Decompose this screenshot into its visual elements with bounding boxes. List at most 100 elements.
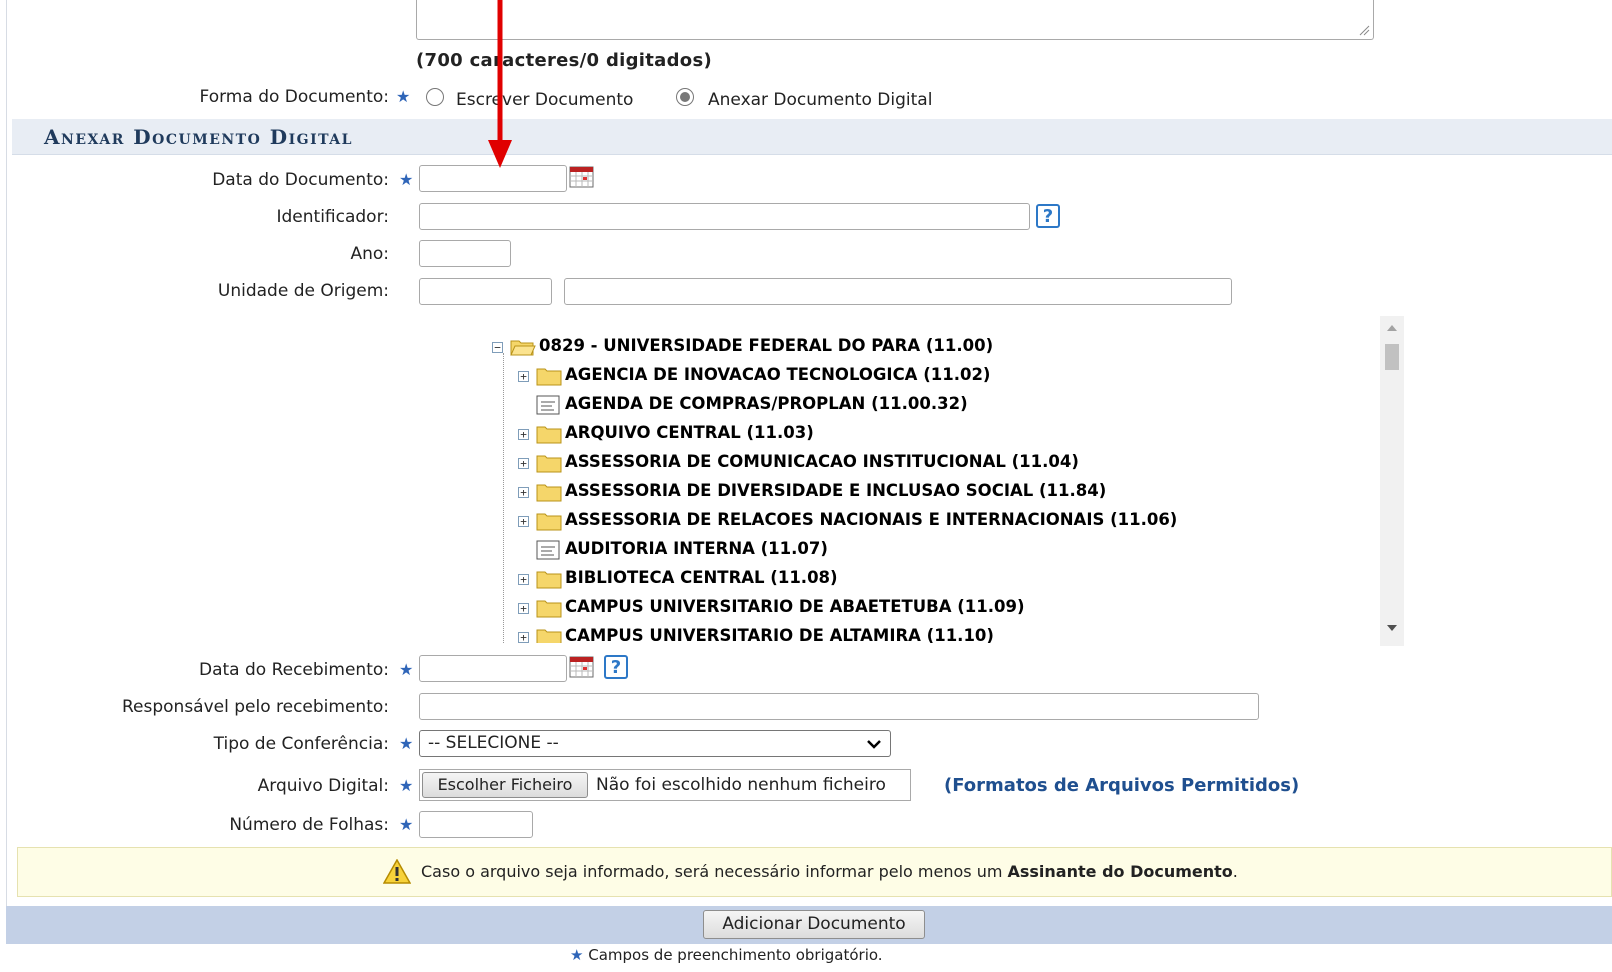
scroll-thumb[interactable] bbox=[1385, 344, 1399, 370]
expand-icon[interactable]: + bbox=[518, 371, 529, 382]
numero-folhas-input[interactable] bbox=[419, 811, 533, 838]
radio-escrever-label: Escrever Documento bbox=[456, 90, 634, 110]
tree-item-label: AUDITORIA INTERNA (11.07) bbox=[565, 539, 828, 558]
radio-anexar-label: Anexar Documento Digital bbox=[708, 90, 933, 110]
tree-item-label: ASSESSORIA DE RELACOES NACIONAIS E INTER… bbox=[565, 510, 1178, 529]
adicionar-documento-button[interactable]: Adicionar Documento bbox=[703, 910, 925, 939]
tree-item-label: ASSESSORIA DE COMUNICACAO INSTITUCIONAL … bbox=[565, 452, 1079, 471]
data-recebimento-input[interactable] bbox=[419, 655, 567, 682]
ano-input[interactable] bbox=[419, 240, 511, 267]
folder-icon bbox=[536, 571, 562, 589]
folder-icon bbox=[536, 629, 562, 643]
tree-item-label: AGENCIA DE INOVACAO TECNOLOGICA (11.02) bbox=[565, 365, 991, 384]
expand-icon[interactable]: + bbox=[518, 574, 529, 585]
tree-item[interactable]: AUDITORIA INTERNA (11.07) bbox=[460, 536, 1360, 564]
chevron-down-icon bbox=[867, 740, 881, 749]
data-documento-label: Data do Documento: bbox=[212, 170, 389, 190]
folder-icon bbox=[536, 455, 562, 473]
char-counter: (700 caracteres/0 digitados) bbox=[416, 50, 713, 71]
folder-icon bbox=[536, 368, 562, 386]
expand-icon[interactable]: + bbox=[518, 458, 529, 469]
numero-folhas-label: Número de Folhas: bbox=[229, 815, 389, 835]
required-note: ★ Campos de preenchimento obrigatório. bbox=[570, 946, 883, 964]
tree-item[interactable]: + ASSESSORIA DE COMUNICACAO INSTITUCIONA… bbox=[460, 449, 1360, 477]
tree-item-label: ARQUIVO CENTRAL (11.03) bbox=[565, 423, 814, 442]
calendar-icon[interactable] bbox=[569, 656, 594, 678]
notice-text-bold: Assinante do Documento bbox=[1007, 862, 1233, 881]
folder-icon bbox=[536, 426, 562, 444]
description-textarea[interactable] bbox=[416, 0, 1374, 40]
unidade-tree[interactable]: − 0829 - UNIVERSIDADE FEDERAL DO PARA (1… bbox=[460, 313, 1401, 643]
required-star-icon: ★ bbox=[399, 815, 414, 834]
tipo-conferencia-select[interactable]: -- SELECIONE -- bbox=[419, 730, 891, 757]
calendar-icon[interactable] bbox=[569, 166, 594, 188]
tree-root[interactable]: − 0829 - UNIVERSIDADE FEDERAL DO PARA (1… bbox=[460, 333, 1360, 361]
required-star-icon: ★ bbox=[570, 946, 584, 964]
tree-item-label: ASSESSORIA DE DIVERSIDADE E INCLUSAO SOC… bbox=[565, 481, 1107, 500]
warning-icon bbox=[383, 859, 411, 884]
tree-item[interactable]: + CAMPUS UNIVERSITARIO DE ABAETETUBA (11… bbox=[460, 594, 1360, 622]
tipo-conferencia-label: Tipo de Conferência: bbox=[213, 734, 389, 754]
expand-icon[interactable]: + bbox=[518, 516, 529, 527]
data-recebimento-label: Data do Recebimento: bbox=[198, 660, 389, 680]
tree-item[interactable]: AGENDA DE COMPRAS/PROPLAN (11.00.32) bbox=[460, 391, 1360, 419]
unidade-origem-label: Unidade de Origem: bbox=[217, 281, 389, 301]
resize-grip-icon[interactable] bbox=[1358, 24, 1370, 36]
radio-escrever-documento[interactable] bbox=[426, 88, 444, 106]
notice-box: Caso o arquivo seja informado, será nece… bbox=[17, 847, 1612, 897]
required-star-icon: ★ bbox=[396, 87, 411, 106]
ano-label: Ano: bbox=[350, 244, 389, 264]
file-input[interactable]: Escolher Ficheiro Não foi escolhido nenh… bbox=[419, 769, 911, 801]
tree-item[interactable]: + CAMPUS UNIVERSITARIO DE ALTAMIRA (11.1… bbox=[460, 623, 1360, 643]
arquivo-digital-label: Arquivo Digital: bbox=[257, 776, 389, 796]
section-header-anexar: Anexar Documento Digital bbox=[12, 119, 1612, 155]
forma-documento-label: Forma do Documento: bbox=[199, 87, 389, 107]
radio-anexar-documento[interactable] bbox=[676, 88, 694, 106]
notice-text-main: Caso o arquivo seja informado, será nece… bbox=[421, 862, 1008, 881]
tree-item[interactable]: + ARQUIVO CENTRAL (11.03) bbox=[460, 420, 1360, 448]
tree-item[interactable]: + BIBLIOTECA CENTRAL (11.08) bbox=[460, 565, 1360, 593]
expand-icon[interactable]: + bbox=[518, 487, 529, 498]
tree-root-label: 0829 - UNIVERSIDADE FEDERAL DO PARA (11.… bbox=[539, 336, 994, 355]
folder-icon bbox=[536, 513, 562, 531]
tree-item[interactable]: + AGENCIA DE INOVACAO TECNOLOGICA (11.02… bbox=[460, 362, 1360, 390]
required-star-icon: ★ bbox=[399, 776, 414, 795]
identificador-input[interactable] bbox=[419, 203, 1030, 230]
tipo-conferencia-selected: -- SELECIONE -- bbox=[428, 733, 559, 753]
file-status-text: Não foi escolhido nenhum ficheiro bbox=[596, 775, 886, 795]
folder-icon bbox=[536, 600, 562, 618]
document-icon bbox=[536, 395, 560, 415]
document-icon bbox=[536, 540, 560, 560]
help-icon[interactable]: ? bbox=[604, 655, 628, 679]
tree-item[interactable]: + ASSESSORIA DE RELACOES NACIONAIS E INT… bbox=[460, 507, 1360, 535]
help-icon[interactable]: ? bbox=[1036, 204, 1060, 228]
expand-icon[interactable]: + bbox=[518, 632, 529, 643]
expand-icon[interactable]: + bbox=[518, 603, 529, 614]
collapse-icon[interactable]: − bbox=[492, 342, 503, 353]
tree-scrollbar[interactable] bbox=[1380, 316, 1404, 646]
tree-item-label: BIBLIOTECA CENTRAL (11.08) bbox=[565, 568, 838, 587]
responsavel-input[interactable] bbox=[419, 693, 1259, 720]
expand-icon[interactable]: + bbox=[518, 429, 529, 440]
choose-file-button[interactable]: Escolher Ficheiro bbox=[422, 772, 588, 798]
required-star-icon: ★ bbox=[399, 734, 414, 753]
folder-icon bbox=[536, 484, 562, 502]
tree-item[interactable]: + ASSESSORIA DE DIVERSIDADE E INCLUSAO S… bbox=[460, 478, 1360, 506]
tree-item-label: AGENDA DE COMPRAS/PROPLAN (11.00.32) bbox=[565, 394, 968, 413]
formatos-permitidos-link[interactable]: (Formatos de Arquivos Permitidos) bbox=[944, 775, 1299, 796]
tree-item-label: CAMPUS UNIVERSITARIO DE ABAETETUBA (11.0… bbox=[565, 597, 1025, 616]
responsavel-label: Responsável pelo recebimento: bbox=[121, 697, 389, 717]
required-note-text: Campos de preenchimento obrigatório. bbox=[588, 946, 883, 964]
required-star-icon: ★ bbox=[399, 660, 414, 679]
identificador-label: Identificador: bbox=[276, 207, 389, 227]
red-arrow-annotation bbox=[488, 0, 512, 168]
unidade-origem-name-input[interactable] bbox=[564, 278, 1232, 305]
notice-text: Caso o arquivo seja informado, será nece… bbox=[421, 862, 1238, 881]
unidade-origem-code-input[interactable] bbox=[419, 278, 552, 305]
scroll-up-icon[interactable] bbox=[1386, 324, 1398, 332]
notice-text-end: . bbox=[1232, 862, 1238, 881]
tree-item-label: CAMPUS UNIVERSITARIO DE ALTAMIRA (11.10) bbox=[565, 626, 994, 643]
scroll-down-icon[interactable] bbox=[1386, 624, 1398, 632]
folder-open-icon bbox=[510, 340, 536, 356]
required-star-icon: ★ bbox=[399, 170, 414, 189]
